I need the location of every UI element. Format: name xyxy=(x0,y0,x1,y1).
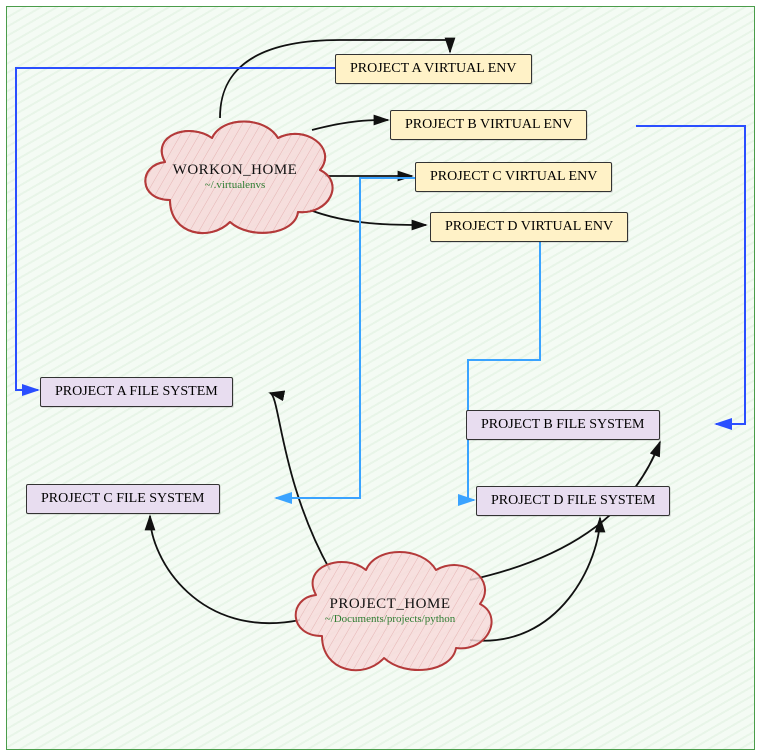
project-c-venv-box: PROJECT C VIRTUAL ENV xyxy=(415,162,612,192)
project-d-fs-box: PROJECT D FILE SYSTEM xyxy=(476,486,670,516)
workon-home-title: WORKON_HOME xyxy=(130,162,340,179)
project-home-cloud: PROJECT_HOME ~/Documents/projects/python xyxy=(280,540,500,690)
workon-home-cloud: WORKON_HOME ~/.virtualenvs xyxy=(130,110,340,250)
project-a-venv-box: PROJECT A VIRTUAL ENV xyxy=(335,54,532,84)
project-home-title: PROJECT_HOME xyxy=(280,596,500,613)
project-b-fs-box: PROJECT B FILE SYSTEM xyxy=(466,410,660,440)
project-a-fs-box: PROJECT A FILE SYSTEM xyxy=(40,377,233,407)
workon-home-path: ~/.virtualenvs xyxy=(130,179,340,191)
project-d-venv-box: PROJECT D VIRTUAL ENV xyxy=(430,212,628,242)
project-c-fs-box: PROJECT C FILE SYSTEM xyxy=(26,484,220,514)
project-b-venv-box: PROJECT B VIRTUAL ENV xyxy=(390,110,587,140)
project-home-path: ~/Documents/projects/python xyxy=(280,613,500,625)
